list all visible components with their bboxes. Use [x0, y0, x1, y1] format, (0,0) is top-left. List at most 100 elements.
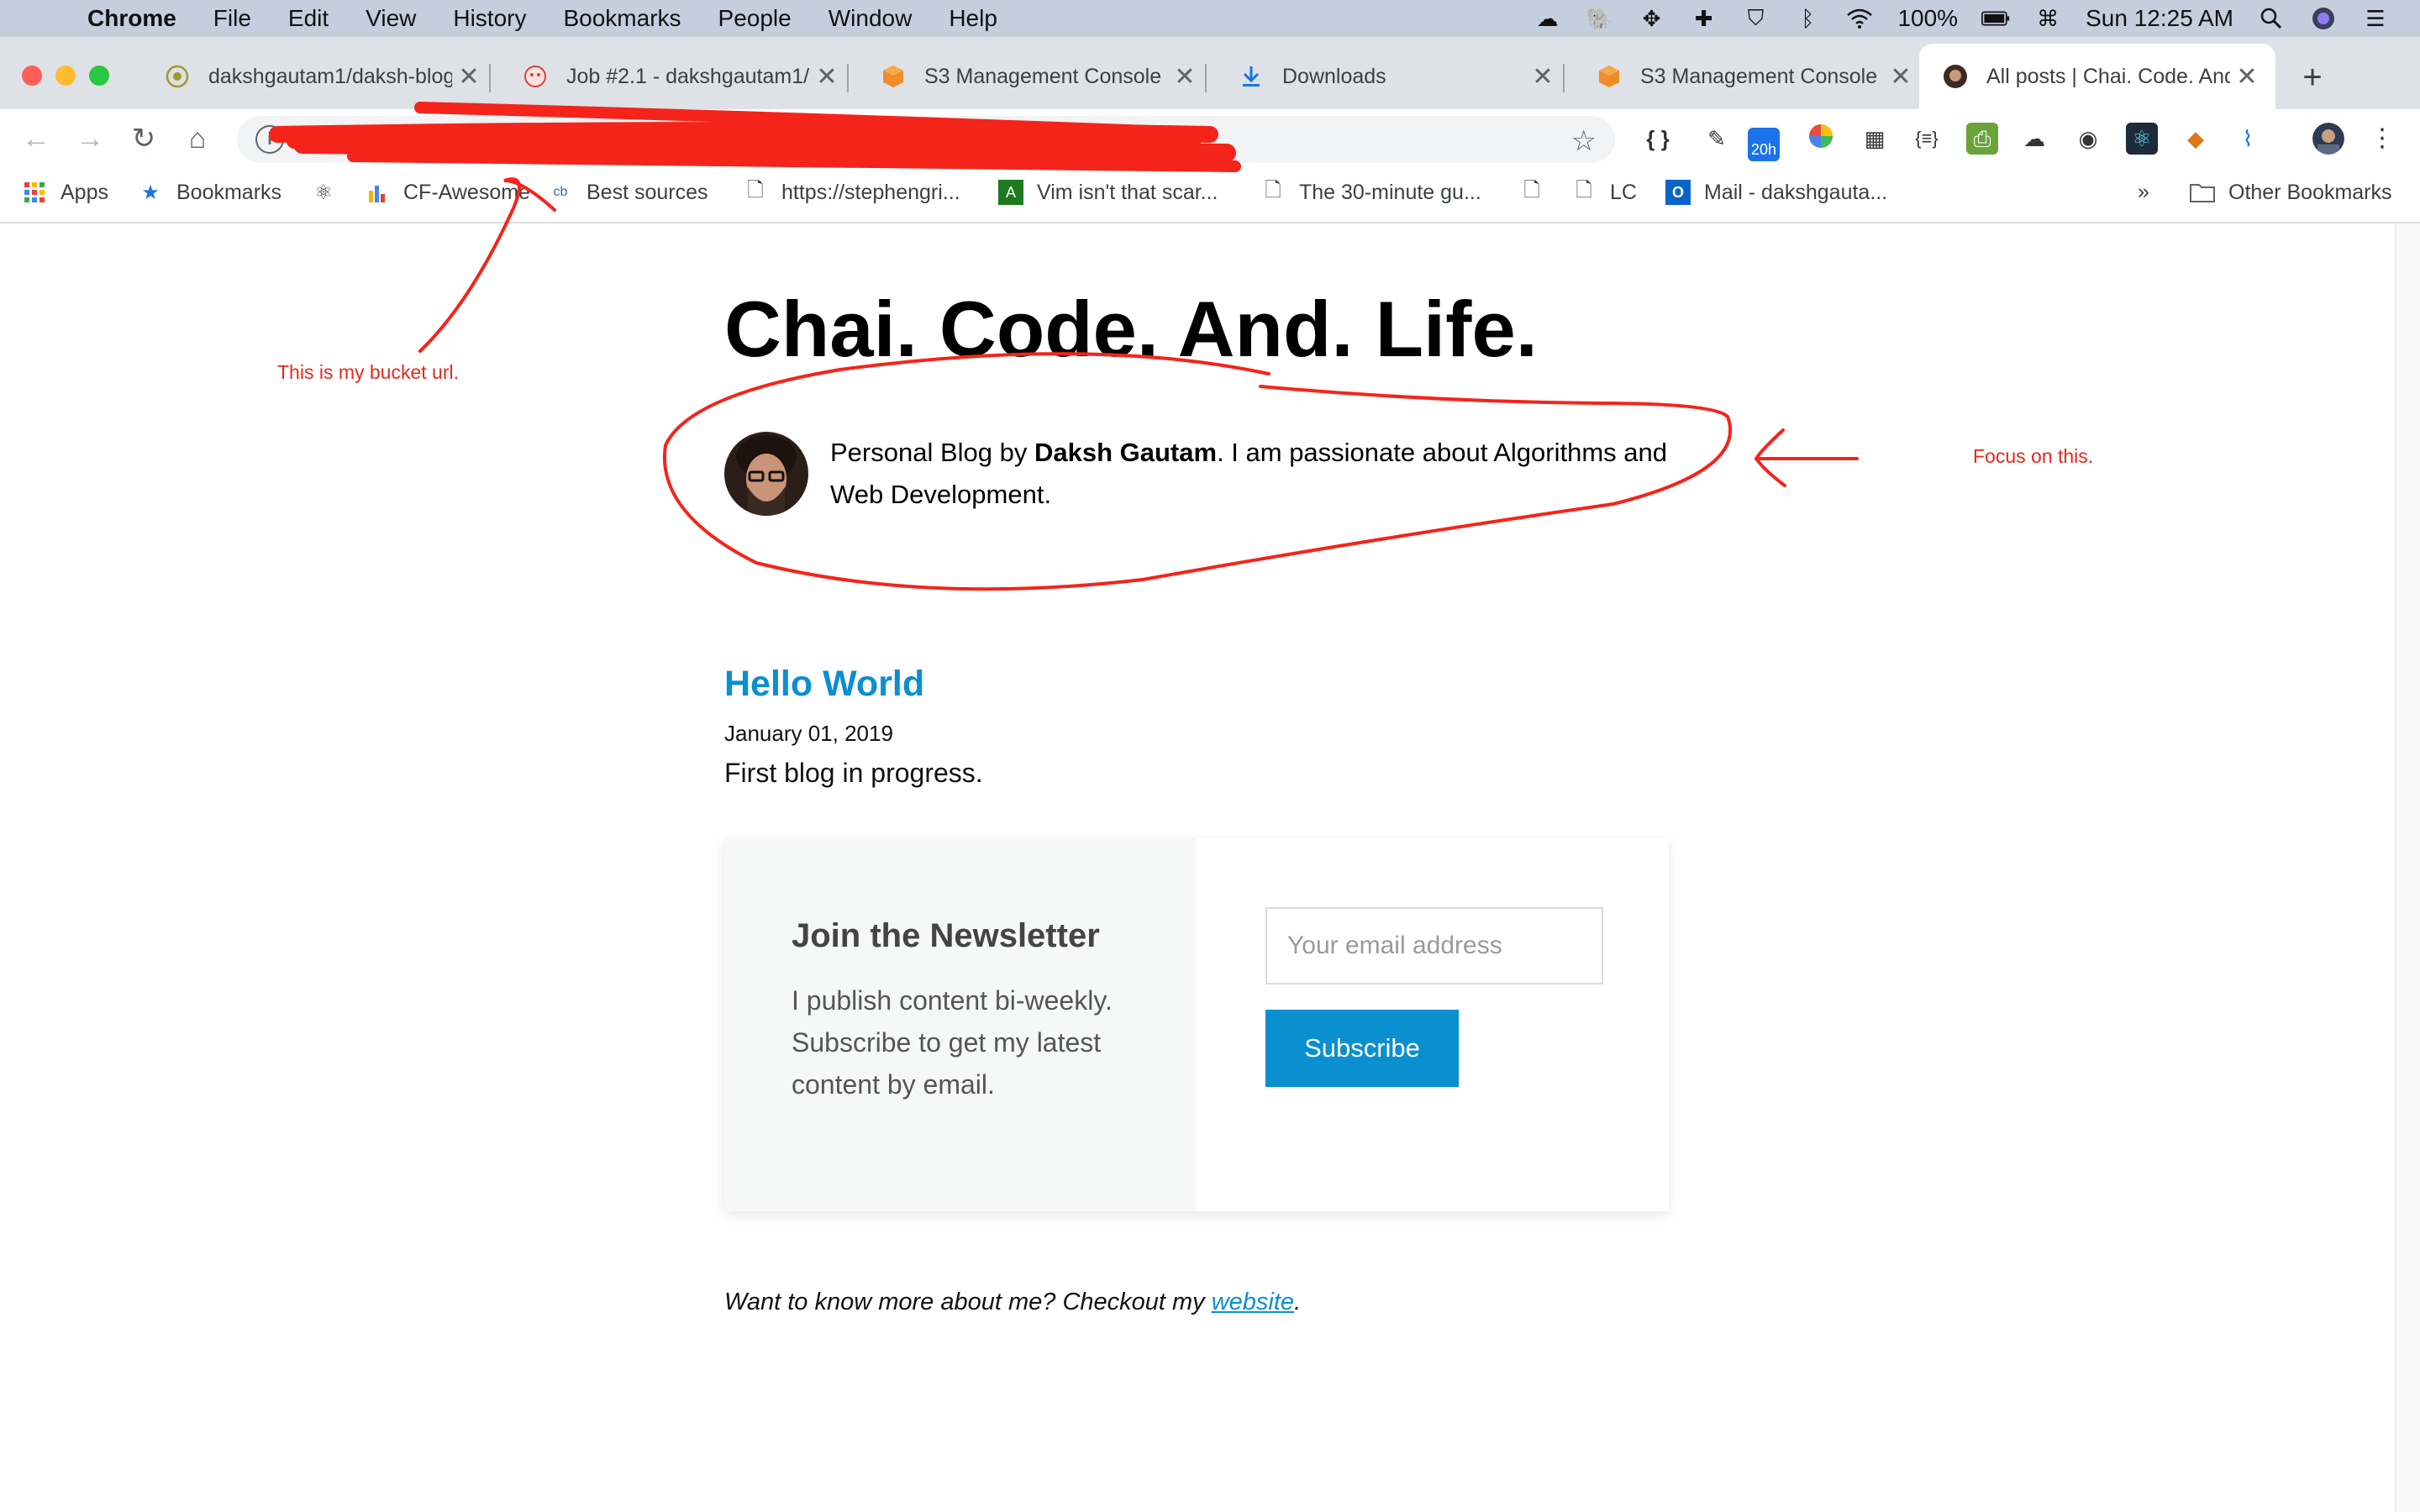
bluetooth-icon[interactable]: ᛒ: [1793, 6, 1822, 31]
bookmark-label: Best sources: [587, 180, 708, 204]
bookmark-vim[interactable]: A Vim isn't that scar...: [998, 180, 1218, 205]
subscribe-button[interactable]: Subscribe: [1265, 1010, 1459, 1087]
bookmark-apps[interactable]: Apps: [22, 180, 108, 205]
wifi-icon[interactable]: [1845, 6, 1874, 31]
new-tab-plus-icon[interactable]: +: [2292, 57, 2333, 97]
address-bar[interactable]: i Not Secure ☆: [237, 116, 1615, 163]
bio-prefix: Personal Blog by: [830, 438, 1034, 467]
vpn-shield-icon[interactable]: ⛉: [1741, 5, 1770, 31]
macos-menu-bar: Chrome File Edit View History Bookmarks …: [0, 0, 2420, 37]
tab-downloads[interactable]: Downloads ✕: [1215, 44, 1571, 109]
tab-close-icon[interactable]: ✕: [1526, 62, 1560, 92]
bookmark-mail[interactable]: O Mail - dakshgauta...: [1665, 180, 1887, 205]
security-label[interactable]: Not Secure: [296, 127, 409, 153]
move-icon[interactable]: ✥: [1637, 6, 1665, 31]
cloud-extension-icon[interactable]: ☁: [2018, 123, 2050, 155]
bookmark-untitled[interactable]: 🗋: [1519, 179, 1558, 205]
tab-github[interactable]: dakshgautam1/daksh-blog ✕: [141, 44, 497, 109]
back-arrow-icon[interactable]: ←: [17, 119, 55, 158]
menu-bookmarks[interactable]: Bookmarks: [563, 5, 681, 32]
travis-icon: [523, 64, 548, 89]
tab-close-icon[interactable]: ✕: [1884, 62, 1918, 92]
color-picker-extension-icon[interactable]: ✎: [1701, 123, 1733, 155]
battery-icon[interactable]: [1981, 6, 2010, 31]
bookmarks-overflow-chevron[interactable]: »: [2138, 180, 2149, 204]
bar-chart-icon: [365, 180, 390, 205]
menu-history[interactable]: History: [453, 5, 526, 32]
author-avatar: [724, 432, 808, 516]
menubar-clock[interactable]: Sun 12:25 AM: [2086, 5, 2233, 32]
tab-blog-active[interactable]: All posts | Chai. Code. And. Life. ✕: [1919, 44, 2275, 109]
creative-cloud-icon[interactable]: ☁: [1533, 6, 1561, 31]
menu-view[interactable]: View: [366, 5, 416, 32]
page-icon: 🗋: [1265, 178, 1281, 202]
menu-people[interactable]: People: [718, 5, 792, 32]
menu-window[interactable]: Window: [829, 5, 913, 32]
metamask-icon[interactable]: ◆: [2180, 123, 2212, 155]
react-devtools-icon[interactable]: ⚛: [2126, 123, 2158, 155]
annotation-focus: Focus on this.: [1973, 445, 2094, 467]
tab-title: All posts | Chai. Code. And. Life.: [1986, 64, 2230, 88]
notification-center-icon[interactable]: ☰: [2361, 6, 2390, 31]
grid-extension-icon[interactable]: ▦: [1859, 123, 1891, 155]
tab-close-icon[interactable]: ✕: [452, 62, 486, 92]
window-close-button[interactable]: [22, 66, 42, 86]
reload-icon[interactable]: ↻: [124, 119, 163, 158]
aws-icon: [881, 64, 906, 89]
chrome-menu-icon[interactable]: ⋮: [2366, 123, 2398, 155]
menu-help[interactable]: Help: [949, 5, 997, 32]
bookmark-label: LC: [1610, 180, 1637, 204]
tab-close-icon[interactable]: ✕: [1168, 62, 1202, 92]
bookmark-cf-awesome[interactable]: CF-Awesome: [365, 180, 530, 205]
website-link[interactable]: website: [1212, 1289, 1294, 1315]
profile-avatar[interactable]: [2312, 123, 2344, 155]
bookmark-best-sources[interactable]: cb Best sources: [548, 180, 708, 205]
tab-close-icon[interactable]: ✕: [2230, 62, 2264, 92]
tab-close-icon[interactable]: ✕: [810, 62, 844, 92]
tab-travis[interactable]: Job #2.1 - dakshgautam1/ ✕: [499, 44, 855, 109]
menu-edit[interactable]: Edit: [288, 5, 329, 32]
timer-extension-badge[interactable]: 20h: [1748, 128, 1780, 161]
bookmark-other[interactable]: Other Bookmarks: [2190, 180, 2392, 205]
home-icon[interactable]: ⌂: [178, 119, 217, 158]
tab-title: Downloads: [1282, 64, 1386, 88]
tab-s3-console[interactable]: S3 Management Console ✕: [857, 44, 1213, 109]
newsletter-info: Join the Newsletter I publish content bi…: [724, 838, 1197, 1211]
avatar-icon: [1943, 64, 1968, 89]
spotlight-search-icon[interactable]: [2257, 6, 2286, 31]
bookmark-bookmarks[interactable]: ★ Bookmarks: [138, 180, 281, 205]
info-icon[interactable]: i: [255, 125, 284, 154]
print-extension-icon[interactable]: ⎙: [1966, 123, 1998, 155]
bookmark-lc[interactable]: 🗋 LC: [1571, 179, 1637, 205]
regex-extension-icon[interactable]: {≡}: [1911, 123, 1943, 155]
page-scrollbar[interactable]: [2395, 223, 2420, 1512]
tab-s3-console-2[interactable]: S3 Management Console ✕: [1573, 44, 1929, 109]
window-zoom-button[interactable]: [89, 66, 109, 86]
bookmark-30-minute[interactable]: 🗋 The 30-minute gu...: [1260, 178, 1481, 205]
plus-app-icon[interactable]: ✚: [1689, 6, 1718, 31]
bookmarks-bar: Apps ★ Bookmarks ⚛ CF-Awesome cb Best so…: [0, 168, 2420, 223]
window-minimize-button[interactable]: [55, 66, 76, 86]
bookmark-atom[interactable]: ⚛: [311, 180, 350, 205]
bookmark-label: Vim isn't that scar...: [1037, 180, 1218, 204]
menu-file[interactable]: File: [213, 5, 251, 32]
tab-title: Job #2.1 - dakshgautam1/: [566, 64, 810, 88]
evernote-icon[interactable]: 🐘: [1585, 6, 1613, 31]
siri-icon[interactable]: [2309, 6, 2338, 31]
bookmark-label: The 30-minute gu...: [1299, 180, 1481, 204]
page-icon: 🗋: [747, 178, 764, 202]
bio-author-name: Daksh Gautam: [1034, 438, 1218, 467]
forward-arrow-icon[interactable]: →: [71, 119, 109, 158]
menu-app-name[interactable]: Chrome: [87, 5, 176, 32]
post-title-link[interactable]: Hello World: [724, 664, 924, 705]
site-title[interactable]: Chai. Code. And. Life.: [724, 284, 1538, 375]
keyboard-input-icon[interactable]: ⌘: [2033, 6, 2062, 31]
bookmark-stephengrider[interactable]: 🗋 https://stephengri...: [743, 178, 960, 205]
json-viewer-extension-icon[interactable]: { }: [1642, 123, 1674, 155]
brush-extension-icon[interactable]: ⌇: [2232, 123, 2264, 155]
email-input[interactable]: [1265, 907, 1603, 984]
camera-extension-icon[interactable]: ◉: [2072, 123, 2104, 155]
bookmark-star-icon[interactable]: ☆: [1571, 124, 1597, 158]
color-wheel-extension-icon[interactable]: [1805, 123, 1837, 155]
bookmark-label: Mail - dakshgauta...: [1704, 180, 1888, 204]
